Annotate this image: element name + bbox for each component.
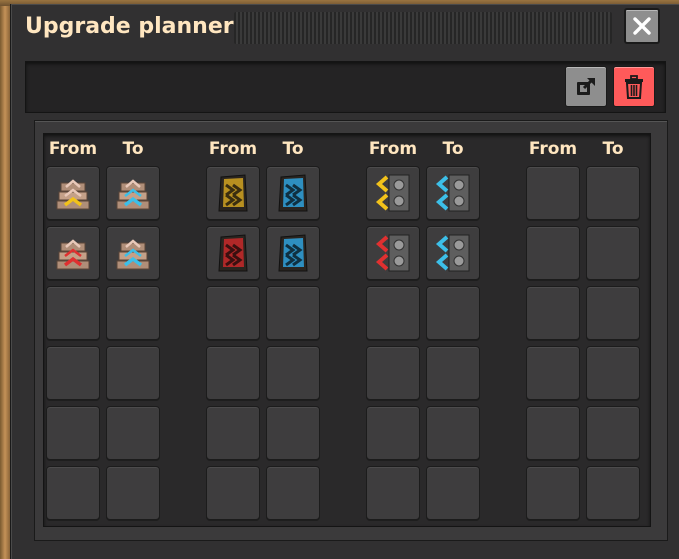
from-slot-empty[interactable]	[526, 346, 580, 400]
to-slot-empty[interactable]	[106, 346, 160, 400]
express-transport-belt-icon	[116, 239, 150, 270]
from-slot[interactable]	[206, 226, 260, 280]
to-slot-empty[interactable]	[106, 406, 160, 460]
column-header-from: From	[48, 139, 98, 159]
from-slot-empty[interactable]	[366, 286, 420, 340]
express-transport-belt-icon	[116, 179, 150, 210]
to-slot[interactable]	[266, 226, 320, 280]
to-slot-empty[interactable]	[426, 406, 480, 460]
express-underground-belt-icon	[278, 234, 308, 272]
fast-underground-belt-icon	[218, 174, 248, 212]
from-slot-empty[interactable]	[206, 286, 260, 340]
transport-belt-icon	[56, 239, 90, 270]
delete-button[interactable]	[613, 66, 655, 107]
export-button[interactable]	[565, 66, 607, 107]
from-slot[interactable]	[46, 226, 100, 280]
column-header-from: From	[368, 139, 418, 159]
to-slot-empty[interactable]	[586, 346, 640, 400]
from-slot-empty[interactable]	[46, 286, 100, 340]
column-header-from: From	[208, 139, 258, 159]
column-header-to: To	[122, 139, 144, 159]
express-splitter-icon	[435, 174, 470, 212]
to-slot-empty[interactable]	[586, 166, 640, 220]
to-slot-empty[interactable]	[266, 466, 320, 520]
to-slot[interactable]	[266, 166, 320, 220]
to-slot-empty[interactable]	[266, 346, 320, 400]
to-slot[interactable]	[106, 226, 160, 280]
from-slot-empty[interactable]	[206, 466, 260, 520]
express-underground-belt-icon	[278, 174, 308, 212]
to-slot-empty[interactable]	[586, 226, 640, 280]
from-slot-empty[interactable]	[366, 406, 420, 460]
from-slot-empty[interactable]	[366, 346, 420, 400]
column-header-to: To	[282, 139, 304, 159]
to-slot-empty[interactable]	[426, 346, 480, 400]
to-slot-empty[interactable]	[426, 466, 480, 520]
from-slot-empty[interactable]	[526, 286, 580, 340]
to-slot-empty[interactable]	[586, 406, 640, 460]
to-slot[interactable]	[426, 226, 480, 280]
to-slot[interactable]	[426, 166, 480, 220]
column-header-to: To	[442, 139, 464, 159]
from-slot-empty[interactable]	[526, 466, 580, 520]
from-slot-empty[interactable]	[206, 346, 260, 400]
fast-splitter-icon	[375, 174, 410, 212]
from-slot[interactable]	[46, 166, 100, 220]
title-drag-handle[interactable]	[234, 12, 612, 44]
from-slot-empty[interactable]	[526, 166, 580, 220]
to-slot-empty[interactable]	[586, 466, 640, 520]
from-slot[interactable]	[366, 166, 420, 220]
to-slot-empty[interactable]	[106, 286, 160, 340]
from-slot-empty[interactable]	[206, 406, 260, 460]
from-slot[interactable]	[366, 226, 420, 280]
to-slot-empty[interactable]	[586, 286, 640, 340]
to-slot-empty[interactable]	[266, 286, 320, 340]
close-button[interactable]	[624, 8, 660, 44]
from-slot-empty[interactable]	[526, 226, 580, 280]
from-slot-empty[interactable]	[526, 406, 580, 460]
to-slot-empty[interactable]	[426, 286, 480, 340]
splitter-icon	[375, 234, 410, 272]
express-splitter-icon	[435, 234, 470, 272]
export-icon	[577, 77, 595, 95]
from-slot-empty[interactable]	[366, 466, 420, 520]
close-icon	[633, 17, 651, 35]
underground-belt-icon	[218, 234, 248, 272]
from-slot-empty[interactable]	[46, 466, 100, 520]
column-header-to: To	[602, 139, 624, 159]
to-slot-empty[interactable]	[106, 466, 160, 520]
window-title: Upgrade planner	[25, 14, 234, 39]
fast-transport-belt-icon	[56, 179, 90, 210]
from-slot-empty[interactable]	[46, 406, 100, 460]
to-slot-empty[interactable]	[266, 406, 320, 460]
to-slot[interactable]	[106, 166, 160, 220]
from-slot[interactable]	[206, 166, 260, 220]
from-slot-empty[interactable]	[46, 346, 100, 400]
trash-icon	[625, 74, 643, 99]
background-wood	[0, 0, 10, 559]
column-header-from: From	[528, 139, 578, 159]
